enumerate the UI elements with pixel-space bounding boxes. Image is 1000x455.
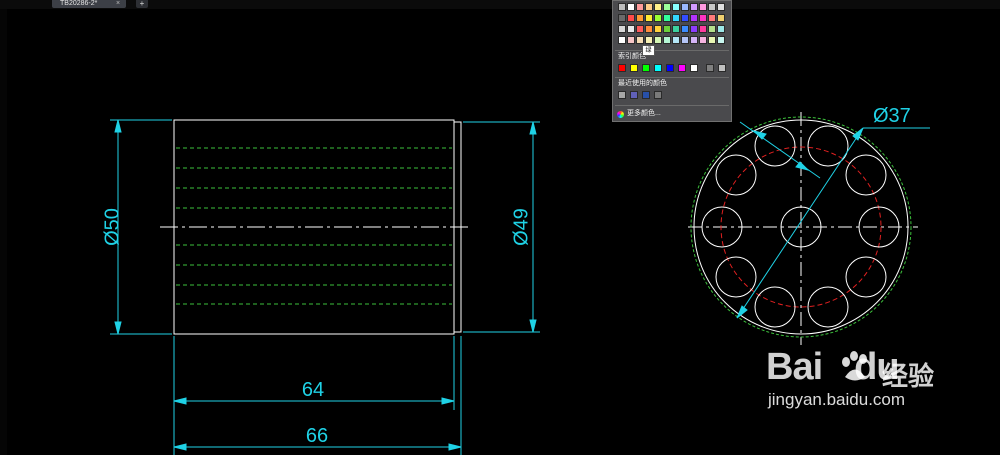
bolt-hole	[807, 286, 849, 328]
color-palette-dropdown[interactable]: 索引颜色 最近使用的颜色 更多颜色...	[612, 0, 732, 122]
color-swatch[interactable]	[690, 3, 698, 11]
bolt-hole	[715, 154, 757, 196]
color-swatch[interactable]	[636, 3, 644, 11]
color-swatch[interactable]	[663, 36, 671, 44]
front-view: Ø37	[688, 105, 930, 345]
color-swatch[interactable]	[654, 36, 662, 44]
color-swatch[interactable]	[627, 36, 635, 44]
color-tooltip: 绿	[642, 45, 655, 56]
color-swatch[interactable]	[708, 3, 716, 11]
recent-color-swatch[interactable]	[618, 91, 626, 99]
color-swatch[interactable]	[672, 3, 680, 11]
paw-icon	[842, 351, 867, 381]
color-swatch[interactable]	[717, 14, 725, 22]
color-swatch[interactable]	[690, 36, 698, 44]
divider	[615, 77, 729, 78]
color-swatch[interactable]	[681, 14, 689, 22]
color-swatch[interactable]	[717, 36, 725, 44]
recent-color-swatch[interactable]	[654, 91, 662, 99]
bolt-hole	[715, 256, 757, 298]
color-swatch[interactable]	[699, 3, 707, 11]
recent-colors-label: 最近使用的颜色	[618, 80, 667, 87]
more-colors-button[interactable]: 更多颜色...	[617, 109, 661, 119]
color-swatch[interactable]	[681, 36, 689, 44]
color-swatch[interactable]	[654, 14, 662, 22]
color-swatch[interactable]	[645, 14, 653, 22]
color-swatch[interactable]	[666, 64, 674, 72]
more-colors-label: 更多颜色...	[627, 110, 661, 117]
bolt-hole	[845, 256, 887, 298]
color-swatch[interactable]	[618, 3, 626, 11]
bolt-hole	[845, 154, 887, 196]
color-swatch[interactable]	[672, 25, 680, 33]
color-swatch[interactable]	[681, 25, 689, 33]
color-swatch[interactable]	[618, 64, 626, 72]
color-swatch[interactable]	[627, 14, 635, 22]
color-swatch[interactable]	[717, 3, 725, 11]
divider	[615, 105, 729, 106]
color-swatch[interactable]	[663, 3, 671, 11]
color-swatch[interactable]	[690, 25, 698, 33]
color-swatch[interactable]	[654, 3, 662, 11]
color-swatch[interactable]	[708, 36, 716, 44]
color-swatch[interactable]	[645, 3, 653, 11]
color-swatch[interactable]	[699, 36, 707, 44]
recent-color-swatch[interactable]	[642, 91, 650, 99]
color-swatch[interactable]	[645, 36, 653, 44]
divider	[615, 50, 729, 51]
baidu-jingyan-watermark: Bai du 经验 jingyan.baidu.com	[764, 346, 964, 409]
color-swatch[interactable]	[627, 25, 635, 33]
color-swatch[interactable]	[708, 14, 716, 22]
color-swatch[interactable]	[618, 36, 626, 44]
color-swatch[interactable]	[706, 64, 714, 72]
watermark-chinese: 经验	[882, 361, 935, 391]
color-swatch[interactable]	[718, 64, 726, 72]
color-swatch[interactable]	[717, 25, 725, 33]
dimension-label-length-66: 66	[306, 425, 328, 447]
hidden-lines	[176, 147, 452, 305]
recent-color-swatch[interactable]	[630, 91, 638, 99]
color-swatch[interactable]	[636, 14, 644, 22]
color-swatch[interactable]	[699, 14, 707, 22]
watermark-logo-text: Bai du	[766, 346, 900, 388]
color-swatch[interactable]	[645, 25, 653, 33]
color-swatch[interactable]	[681, 3, 689, 11]
color-swatch[interactable]	[708, 25, 716, 33]
color-swatch[interactable]	[690, 14, 698, 22]
dimension-label-diameter-50: Ø50	[101, 208, 123, 246]
color-swatch[interactable]	[636, 36, 644, 44]
dimension-diameter-37[interactable]	[736, 121, 930, 319]
color-swatch[interactable]	[627, 3, 635, 11]
color-swatch[interactable]	[663, 25, 671, 33]
color-swatch[interactable]	[699, 25, 707, 33]
color-swatch[interactable]	[642, 64, 650, 72]
color-swatch[interactable]	[654, 64, 662, 72]
color-wheel-icon	[617, 110, 624, 118]
bolt-hole	[754, 286, 796, 328]
color-swatch[interactable]	[618, 25, 626, 33]
color-swatch[interactable]	[630, 64, 638, 72]
color-swatch[interactable]	[672, 14, 680, 22]
color-swatch[interactable]	[663, 14, 671, 22]
color-swatch[interactable]	[654, 25, 662, 33]
dimension-label-diameter-37: Ø37	[873, 105, 911, 127]
color-swatch[interactable]	[636, 25, 644, 33]
watermark-url: jingyan.baidu.com	[768, 390, 906, 409]
color-swatch[interactable]	[690, 64, 698, 72]
dimension-label-length-64: 64	[302, 379, 324, 401]
color-swatch[interactable]	[618, 14, 626, 22]
dimension-label-diameter-49: Ø49	[510, 208, 532, 246]
color-swatch[interactable]	[672, 36, 680, 44]
color-swatch[interactable]	[678, 64, 686, 72]
